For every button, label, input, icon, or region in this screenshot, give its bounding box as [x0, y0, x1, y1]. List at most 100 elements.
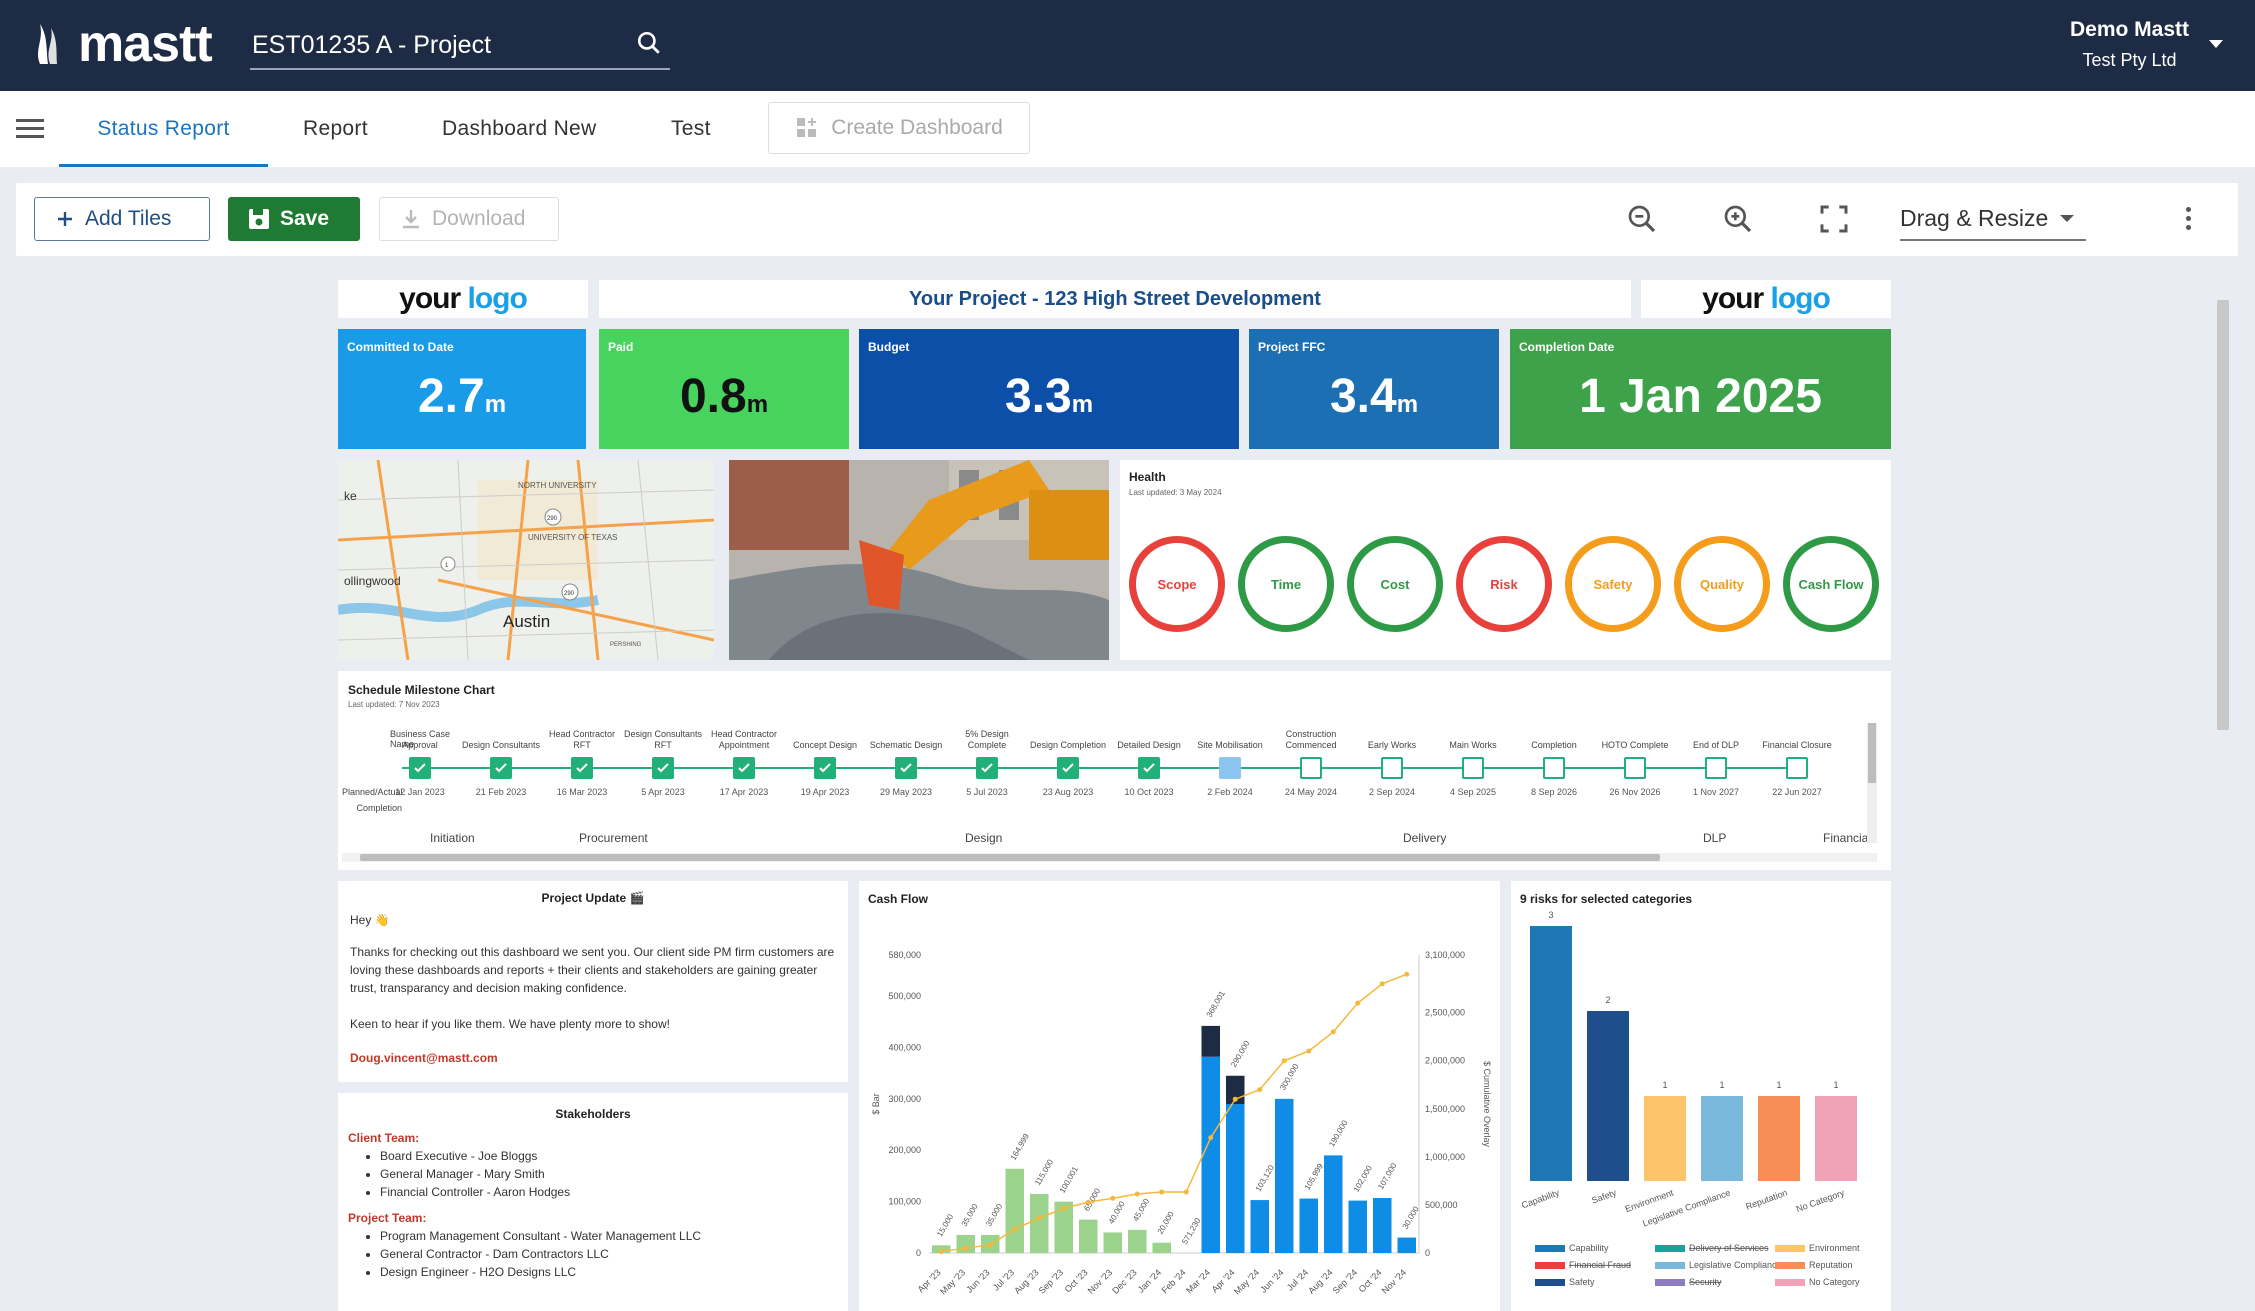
map-tile[interactable]: NORTH UNIVERSITY UNIVERSITY OF TEXAS oll… — [338, 460, 714, 660]
tab-test[interactable]: Test — [671, 91, 711, 167]
legend-swatch — [1775, 1279, 1805, 1286]
chevron-down-icon[interactable] — [2209, 40, 2223, 48]
y-tick-label: 400,000 — [888, 1042, 921, 1052]
check-icon — [409, 757, 431, 779]
risk-bar-label: 1 — [1662, 1080, 1667, 1090]
bar-paid — [1103, 1232, 1122, 1253]
milestone[interactable]: Main Works 4 Sep 2025 — [1433, 723, 1513, 797]
legend-label: Financial Fraud — [1569, 1260, 1631, 1270]
project-search-input[interactable]: EST01235 A - Project — [250, 22, 670, 70]
update-email-link[interactable]: Doug.vincent@mastt.com — [350, 1051, 836, 1065]
stakeholder-item: Design Engineer - H2O Designs LLC — [380, 1263, 838, 1281]
stakeholder-item: General Contractor - Dam Contractors LLC — [380, 1245, 838, 1263]
bar-committed — [1250, 1200, 1269, 1253]
milestone-date: 23 Aug 2023 — [1042, 787, 1094, 797]
bar-committed — [1275, 1098, 1294, 1253]
milestone-name: 5% Design Complete — [965, 729, 1009, 750]
hamburger-menu-icon[interactable] — [16, 119, 44, 139]
legend-label: Reputation — [1809, 1260, 1853, 1270]
search-value: EST01235 A - Project — [252, 30, 492, 59]
bar-data-label: 115,000 — [1033, 1157, 1055, 1187]
bar-data-label: 15,000 — [935, 1212, 955, 1238]
tab-status-report[interactable]: Status Report — [59, 91, 268, 167]
create-dashboard-button[interactable]: Create Dashboard — [768, 102, 1030, 154]
x-tick-label: Sep '24 — [1331, 1267, 1359, 1295]
y2-tick-label: 500,000 — [1425, 1200, 1458, 1210]
tab-dashboard-new[interactable]: Dashboard New — [442, 91, 596, 167]
kpi-tile: Budget 3.3m — [859, 329, 1239, 449]
milestone-marker — [1786, 757, 1808, 779]
site-photo-tile[interactable] — [729, 460, 1109, 660]
milestone[interactable]: Business Case Approval 12 Jan 2023 — [380, 723, 460, 797]
zoom-out-icon[interactable] — [1626, 203, 1658, 235]
milestone-date: 2 Feb 2024 — [1207, 787, 1253, 797]
health-ring: Time — [1238, 536, 1334, 632]
kpi-value-unit: m — [746, 391, 769, 418]
bar-data-label: 571,230 — [1180, 1216, 1203, 1246]
milestone-date: 1 Nov 2027 — [1692, 787, 1740, 797]
save-button[interactable]: Save — [228, 197, 360, 241]
kpi-value-number: 0.8 — [679, 370, 747, 423]
cumulative-point — [1281, 1058, 1287, 1064]
milestone-name: Detailed Design — [1117, 740, 1181, 750]
stakeholder-item: Program Management Consultant - Water Ma… — [380, 1227, 838, 1245]
milestone[interactable]: Detailed Design 10 Oct 2023 — [1109, 723, 1189, 797]
brand-logo[interactable]: mastt — [34, 14, 213, 74]
milestone[interactable]: Site Mobilisation 2 Feb 2024 — [1190, 723, 1270, 797]
more-options-icon[interactable] — [2186, 207, 2191, 234]
milestone[interactable]: HOTO Complete 26 Nov 2026 — [1595, 723, 1675, 797]
milestone-marker — [1705, 757, 1727, 779]
project-title: Your Project - 123 High Street Developme… — [909, 287, 1321, 310]
map-label: 290 — [564, 591, 575, 597]
x-tick-label: Dec '23 — [1110, 1267, 1138, 1295]
fullscreen-icon[interactable] — [1818, 203, 1850, 235]
milestone[interactable]: Completion 8 Sep 2026 — [1514, 723, 1594, 797]
check-icon — [895, 757, 917, 779]
milestone[interactable]: Construction Commenced 24 May 2024 — [1271, 723, 1351, 797]
phase-label: Initiation — [430, 831, 475, 845]
milestone[interactable]: End of DLP 1 Nov 2027 — [1676, 723, 1756, 797]
milestone[interactable]: Schematic Design 29 May 2023 — [866, 723, 946, 797]
kpi-tile: Committed to Date 2.7m — [338, 329, 586, 449]
bar-data-label: 290,000 — [1229, 1039, 1252, 1069]
milestone-vertical-scrollbar[interactable] — [1867, 723, 1877, 843]
milestone[interactable]: Design Consultants 21 Feb 2023 — [461, 723, 541, 797]
milestone-name: Main Works — [1449, 740, 1497, 750]
cash-flow-chart: 0 100,000 200,000 300,000 400,000 500,000 580,… — [871, 950, 1492, 1297]
x-tick-label: Aug '24 — [1306, 1267, 1334, 1295]
tab-report[interactable]: Report — [303, 91, 368, 167]
dashboard-scrollbar[interactable] — [2213, 280, 2233, 1311]
tab-bar: Status Report Report Dashboard New Test … — [0, 91, 2255, 167]
legend-swatch — [1775, 1262, 1805, 1269]
kpi-value: 1 Jan 2025 — [1510, 369, 1891, 424]
milestone[interactable]: 5% Design Complete 5 Jul 2023 — [947, 723, 1027, 797]
update-body: Thanks for checking out this dashboard w… — [350, 945, 835, 995]
user-menu[interactable]: Demo Mastt Test Pty Ltd — [2070, 18, 2189, 71]
risk-bar-label: 1 — [1776, 1080, 1781, 1090]
milestone[interactable]: Head Contractor Appointment 17 Apr 2023 — [704, 723, 784, 797]
milestone-name: Design Consultants RFT — [623, 729, 703, 750]
project-update-title: Project Update 🎬 — [350, 891, 836, 905]
milestone-date: 4 Sep 2025 — [1449, 787, 1497, 797]
search-icon[interactable] — [636, 30, 662, 56]
add-tiles-button[interactable]: Add Tiles — [34, 197, 210, 241]
layout-mode-select[interactable]: Drag & Resize — [1900, 197, 2086, 241]
download-button[interactable]: Download — [379, 197, 559, 241]
milestone[interactable]: Head Contractor RFT 16 Mar 2023 — [542, 723, 622, 797]
milestone[interactable]: Concept Design 19 Apr 2023 — [785, 723, 865, 797]
x-tick-label: Oct '24 — [1357, 1267, 1384, 1294]
milestone-horizontal-scrollbar[interactable] — [342, 853, 1877, 862]
zoom-in-icon[interactable] — [1722, 203, 1754, 235]
project-title-tile: Your Project - 123 High Street Developme… — [599, 280, 1631, 318]
bar-committed — [1397, 1237, 1416, 1253]
bar-data-label: 107,000 — [1376, 1161, 1399, 1191]
milestone[interactable]: Design Completion 23 Aug 2023 — [1028, 723, 1108, 797]
milestone-name: Schematic Design — [869, 740, 943, 750]
kpi-value: 3.3m — [859, 369, 1239, 424]
y2-tick-label: 1,500,000 — [1425, 1104, 1465, 1114]
kpi-value-unit: m — [1396, 391, 1419, 418]
milestone[interactable]: Early Works 2 Sep 2024 — [1352, 723, 1432, 797]
x-tick-label: Nov '24 — [1380, 1267, 1408, 1295]
milestone[interactable]: Financial Closure 22 Jun 2027 — [1757, 723, 1837, 797]
milestone[interactable]: Design Consultants RFT 5 Apr 2023 — [623, 723, 703, 797]
